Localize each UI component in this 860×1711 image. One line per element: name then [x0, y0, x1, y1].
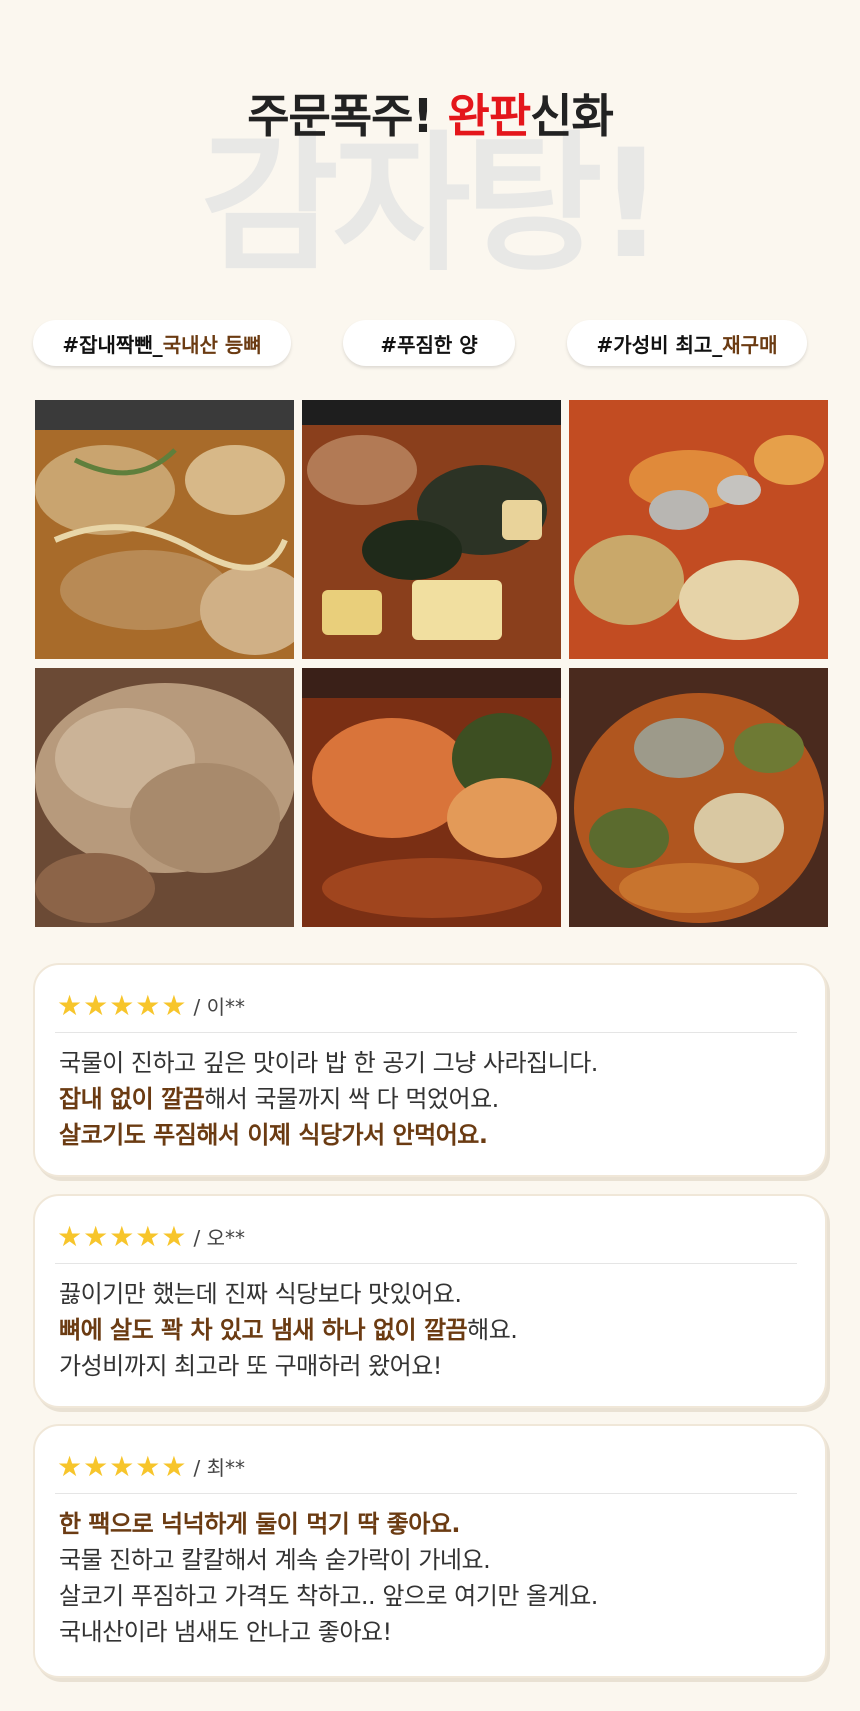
review-line: 잡내 없이 깔끔해서 국물까지 싹 다 먹었어요.	[59, 1085, 499, 1113]
review-line: 국물 진하고 칼칼해서 계속 숟가락이 가네요.	[59, 1546, 491, 1574]
hashtag-pill: #푸짐한 양	[343, 320, 515, 366]
review-header: ★★★★★ / 오**	[57, 1220, 245, 1253]
headline-prefix: 주문폭주!	[247, 89, 448, 143]
hashtag-text: #잡내짝뺀_	[62, 332, 163, 357]
review-text: 끓이기만 했는데 진짜 식당보다 맛있어요. 뼈에 살도 꽉 차 있고 냄새 하…	[59, 1276, 805, 1384]
stew-photo	[569, 400, 828, 659]
divider	[55, 1032, 797, 1033]
reviewer-name: / 이**	[193, 995, 246, 1019]
headline-suffix: 신화	[530, 89, 614, 143]
review-line: 국내산이라 냄새도 안나고 좋아요!	[59, 1618, 392, 1646]
review-card: ★★★★★ / 최** 한 팩으로 넉넉하게 둘이 먹기 딱 좋아요. 국물 진…	[33, 1424, 827, 1678]
hashtag-row: #잡내짝뺀_ 국내산 등뼈 #푸짐한 양 #가성비 최고_ 재구매	[0, 320, 860, 368]
review-line: 살코기도 푸짐해서 이제 식당가서 안먹어요.	[59, 1121, 488, 1149]
photo-gallery	[35, 400, 830, 928]
review-card: ★★★★★ / 오** 끓이기만 했는데 진짜 식당보다 맛있어요. 뼈에 살도…	[33, 1194, 827, 1408]
divider	[55, 1263, 797, 1264]
stew-photo	[302, 400, 561, 659]
review-header: ★★★★★ / 이**	[57, 989, 245, 1022]
reviewer-name: / 최**	[193, 1456, 246, 1480]
review-line: 가성비까지 최고라 또 구매하러 왔어요!	[59, 1352, 442, 1380]
hashtag-text: #푸짐한 양	[380, 332, 478, 357]
review-text: 한 팩으로 넉넉하게 둘이 먹기 딱 좋아요. 국물 진하고 칼칼해서 계속 숟…	[59, 1506, 805, 1650]
review-header: ★★★★★ / 최**	[57, 1450, 245, 1483]
review-text: 국물이 진하고 깊은 맛이라 밥 한 공기 그냥 사라집니다. 잡내 없이 깔끔…	[59, 1045, 805, 1153]
background-word: 감자탕!	[200, 118, 665, 292]
stew-photo	[569, 668, 828, 927]
review-line: 한 팩으로 넉넉하게 둘이 먹기 딱 좋아요.	[59, 1510, 461, 1538]
review-line: 살코기 푸짐하고 가격도 착하고.. 앞으로 여기만 올게요.	[59, 1582, 598, 1610]
star-rating-icon: ★★★★★	[57, 1220, 188, 1253]
stew-photo	[35, 400, 294, 659]
hashtag-pill: #잡내짝뺀_ 국내산 등뼈	[33, 320, 291, 366]
hashtag-highlight: 국내산 등뼈	[162, 332, 262, 357]
divider	[55, 1493, 797, 1494]
review-line: 뼈에 살도 꽉 차 있고 냄새 하나 없이 깔끔해요.	[59, 1316, 518, 1344]
hashtag-highlight: 재구매	[722, 332, 778, 357]
star-rating-icon: ★★★★★	[57, 989, 188, 1022]
review-line: 끓이기만 했는데 진짜 식당보다 맛있어요.	[59, 1280, 462, 1308]
headline: 주문폭주! 완판신화	[0, 80, 860, 146]
headline-accent: 완판	[447, 89, 532, 143]
hashtag-text: #가성비 최고_	[596, 332, 723, 357]
reviewer-name: / 오**	[193, 1226, 246, 1250]
review-line: 국물이 진하고 깊은 맛이라 밥 한 공기 그냥 사라집니다.	[59, 1049, 598, 1077]
stew-photo	[302, 668, 561, 927]
review-card: ★★★★★ / 이** 국물이 진하고 깊은 맛이라 밥 한 공기 그냥 사라집…	[33, 963, 827, 1177]
stew-photo	[35, 668, 294, 927]
hashtag-pill: #가성비 최고_ 재구매	[567, 320, 807, 366]
star-rating-icon: ★★★★★	[57, 1450, 188, 1483]
